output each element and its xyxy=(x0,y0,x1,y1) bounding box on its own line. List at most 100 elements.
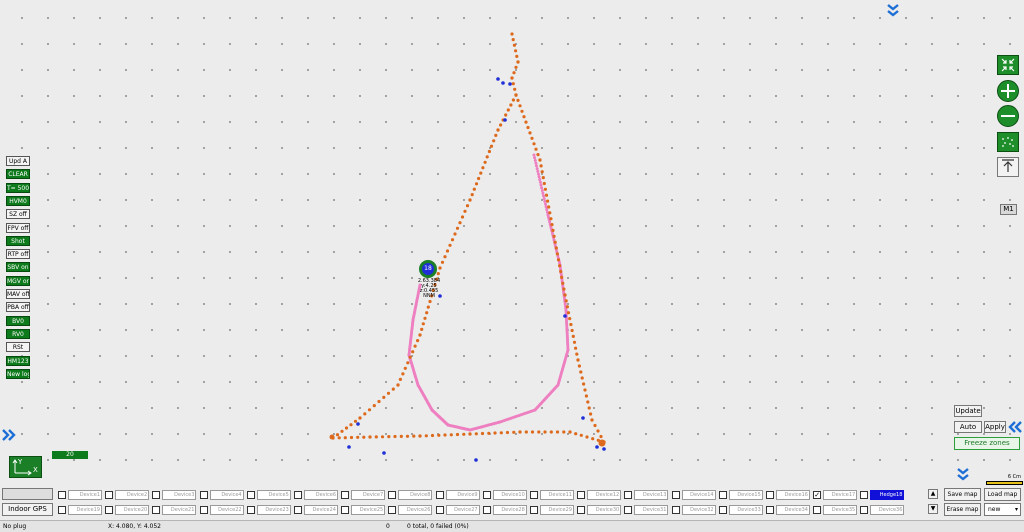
device-checkbox[interactable] xyxy=(671,506,680,514)
toolbar-button[interactable]: MGV on xyxy=(6,275,30,286)
map-select-dropdown[interactable]: new ▾ xyxy=(984,503,1021,516)
fit-view-button[interactable] xyxy=(997,55,1019,75)
freeze-zones-button[interactable]: Freeze zones xyxy=(954,437,1020,450)
device-name-field[interactable]: Device27 xyxy=(445,505,480,515)
device-name-field[interactable]: Device24 xyxy=(304,505,338,515)
device-name-field[interactable]: Device33 xyxy=(728,505,763,515)
device-checkbox[interactable] xyxy=(435,506,444,514)
toolbar-button[interactable]: BV0 xyxy=(6,315,30,326)
scroll-down-button[interactable]: ▼ xyxy=(928,504,938,514)
device-name-field[interactable]: Device17 xyxy=(823,490,858,500)
toolbar-button[interactable]: T= 500 xyxy=(6,182,30,193)
toolbar-button[interactable]: RSt xyxy=(6,342,30,353)
device-name-field[interactable]: Device14 xyxy=(681,490,716,500)
device-name-field[interactable]: Device30 xyxy=(587,505,622,515)
device-checkbox[interactable] xyxy=(246,506,255,514)
device-name-field[interactable]: Device20 xyxy=(115,505,150,515)
device-name-field[interactable]: Device23 xyxy=(256,505,291,515)
map-canvas[interactable] xyxy=(0,0,1024,484)
device-checkbox[interactable] xyxy=(388,506,397,514)
device-name-field[interactable]: Device26 xyxy=(398,505,433,515)
device-name-field[interactable]: Device7 xyxy=(351,490,386,500)
device-checkbox[interactable] xyxy=(388,491,397,499)
blank-button[interactable] xyxy=(2,488,53,500)
device-checkbox[interactable] xyxy=(718,491,727,499)
indoor-gps-button[interactable]: Indoor GPS xyxy=(2,503,53,516)
device-name-field[interactable]: Device4 xyxy=(209,490,244,500)
device-name-field[interactable]: Device2 xyxy=(115,490,150,500)
device-checkbox[interactable] xyxy=(577,506,586,514)
save-map-button[interactable]: Save map xyxy=(944,488,981,501)
device-checkbox[interactable] xyxy=(58,491,66,499)
scroll-up-button[interactable]: ▲ xyxy=(928,489,938,499)
device-checkbox[interactable] xyxy=(105,491,114,499)
device-checkbox[interactable] xyxy=(766,491,774,499)
erase-map-button[interactable]: Erase map xyxy=(944,503,981,516)
device-name-field[interactable]: Device21 xyxy=(162,505,197,515)
device-checkbox[interactable] xyxy=(341,506,350,514)
device-checkbox[interactable] xyxy=(577,491,586,499)
device-name-field[interactable]: Device16 xyxy=(776,490,810,500)
device-name-field[interactable]: Device13 xyxy=(634,490,669,500)
toolbar-button[interactable]: Shot xyxy=(6,235,30,246)
expand-left-chevron-icon[interactable] xyxy=(1,428,17,442)
device-checkbox[interactable] xyxy=(860,506,869,514)
zoom-in-button[interactable] xyxy=(997,80,1019,102)
update-button[interactable]: Update xyxy=(954,405,982,417)
device-checkbox[interactable] xyxy=(813,506,822,514)
toolbar-button[interactable]: RTP off xyxy=(6,249,30,260)
device-name-field[interactable]: Device9 xyxy=(445,490,480,500)
toolbar-button[interactable]: New log xyxy=(6,368,30,379)
device-name-field[interactable]: Device36 xyxy=(870,505,905,515)
device-checkbox[interactable] xyxy=(152,506,161,514)
toolbar-button[interactable]: SZ off xyxy=(6,209,30,220)
device-name-field[interactable]: Device29 xyxy=(540,505,574,515)
device-name-field[interactable]: Device12 xyxy=(587,490,622,500)
device-checkbox[interactable] xyxy=(624,506,633,514)
device-checkbox[interactable] xyxy=(199,491,208,499)
toolbar-button[interactable]: Upd A xyxy=(6,156,30,166)
device-checkbox[interactable] xyxy=(294,506,302,514)
device-checkbox[interactable]: ✓ xyxy=(813,491,822,499)
device-name-field[interactable]: Device8 xyxy=(398,490,433,500)
expand-bottom-chevron-icon[interactable] xyxy=(955,466,971,482)
device-checkbox[interactable] xyxy=(152,491,161,499)
device-checkbox[interactable] xyxy=(860,491,869,499)
hedgehog-marker[interactable]: 18 xyxy=(419,260,437,278)
m1-button[interactable]: M1 xyxy=(1000,204,1017,215)
device-name-field[interactable]: Device35 xyxy=(823,505,858,515)
device-name-field[interactable]: Device3 xyxy=(162,490,197,500)
load-map-button[interactable]: Load map xyxy=(984,488,1021,501)
toolbar-button[interactable]: SBV on xyxy=(6,262,30,273)
device-checkbox[interactable] xyxy=(246,491,255,499)
device-name-field[interactable]: Device5 xyxy=(256,490,291,500)
device-name-field[interactable]: Device15 xyxy=(728,490,763,500)
toolbar-button[interactable]: HM123 xyxy=(6,355,30,366)
device-checkbox[interactable] xyxy=(341,491,350,499)
device-checkbox[interactable] xyxy=(294,491,302,499)
device-name-field[interactable]: Hedge18 xyxy=(870,490,905,500)
device-name-field[interactable]: Device1 xyxy=(68,490,102,500)
device-name-field[interactable]: Device11 xyxy=(540,490,574,500)
device-name-field[interactable]: Device32 xyxy=(681,505,716,515)
device-checkbox[interactable] xyxy=(482,506,491,514)
device-checkbox[interactable] xyxy=(530,506,538,514)
grid-toggle-button[interactable] xyxy=(997,132,1019,152)
device-checkbox[interactable] xyxy=(105,506,114,514)
toolbar-button[interactable]: HVM0 xyxy=(6,195,30,206)
expand-right-chevron-icon[interactable] xyxy=(1007,420,1023,434)
apply-button[interactable]: Apply xyxy=(984,421,1006,433)
upload-button[interactable] xyxy=(997,157,1019,177)
device-name-field[interactable]: Device34 xyxy=(776,505,810,515)
toolbar-button[interactable]: RV0 xyxy=(6,328,30,339)
device-checkbox[interactable] xyxy=(624,491,633,499)
zoom-out-button[interactable] xyxy=(997,105,1019,127)
device-checkbox[interactable] xyxy=(718,506,727,514)
toolbar-button[interactable]: CLEAR xyxy=(6,169,30,180)
device-checkbox[interactable] xyxy=(482,491,491,499)
collapse-top-chevron-icon[interactable] xyxy=(885,2,901,18)
toolbar-button[interactable]: MAV off xyxy=(6,289,30,299)
device-name-field[interactable]: Device10 xyxy=(492,490,527,500)
device-name-field[interactable]: Device25 xyxy=(351,505,386,515)
device-checkbox[interactable] xyxy=(435,491,444,499)
